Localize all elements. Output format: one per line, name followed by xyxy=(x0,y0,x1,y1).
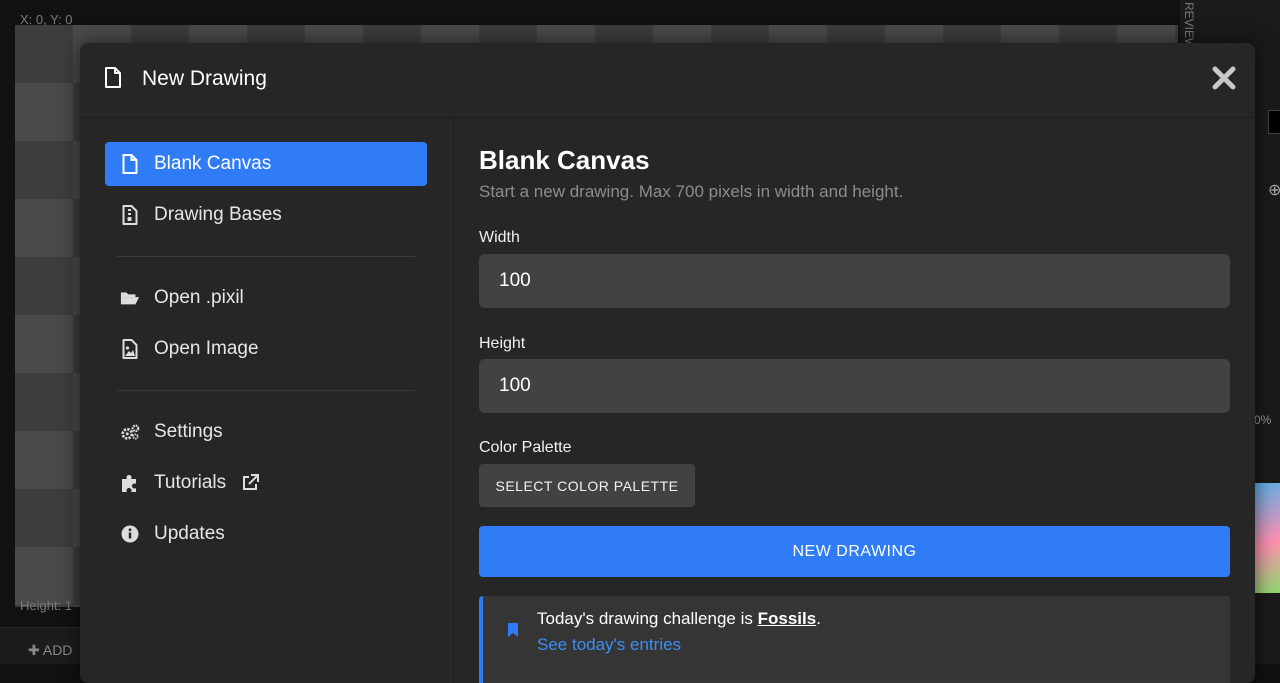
challenge-topic-link[interactable]: Fossils xyxy=(758,609,817,628)
challenge-text: Today's drawing challenge is Fossils. xyxy=(537,609,821,629)
add-frame-label: ADD xyxy=(42,642,73,658)
gears-icon xyxy=(120,422,140,442)
challenge-suffix: . xyxy=(816,609,821,628)
width-label: Width xyxy=(479,229,520,246)
folder-open-icon xyxy=(120,288,140,308)
sidebar-item-label: Tutorials xyxy=(154,472,227,493)
modal-title: New Drawing xyxy=(142,67,267,90)
plus-icon: ✚ xyxy=(28,642,43,658)
select-color-palette-button[interactable]: SELECT COLOR PALETTE xyxy=(479,464,695,507)
image-icon xyxy=(120,339,140,359)
external-link-icon xyxy=(240,473,260,493)
see-entries-link[interactable]: See today's entries xyxy=(537,635,681,655)
sidebar-item-updates[interactable]: Updates xyxy=(105,512,427,556)
sidebar-item-tutorials[interactable]: Tutorials xyxy=(105,461,427,505)
sidebar-item-open-pixil[interactable]: Open .pixil xyxy=(105,276,427,320)
sidebar-item-label: Drawing Bases xyxy=(154,204,282,225)
bookmark-icon xyxy=(507,622,519,643)
file-zipper-icon xyxy=(120,205,140,225)
info-circle-icon xyxy=(120,524,140,544)
file-icon xyxy=(120,154,140,174)
sidebar-item-label: Blank Canvas xyxy=(154,153,272,174)
width-input[interactable] xyxy=(479,254,1230,308)
new-drawing-modal: New Drawing Blank Canvas Drawing Bases O… xyxy=(80,43,1255,683)
panel-description: Start a new drawing. Max 700 pixels in w… xyxy=(479,182,904,201)
cursor-coordinates: X: 0, Y: 0 xyxy=(20,12,73,27)
sidebar-divider xyxy=(117,390,415,391)
sidebar-item-blank-canvas[interactable]: Blank Canvas xyxy=(105,142,427,186)
add-layer-icon[interactable]: ⊕ xyxy=(1268,180,1280,200)
sidebar-item-label: Open Image xyxy=(154,338,259,359)
frame-thumbnail[interactable] xyxy=(1255,483,1280,593)
close-button[interactable] xyxy=(1211,65,1237,91)
panel-title: Blank Canvas xyxy=(479,145,650,175)
sidebar-item-drawing-bases[interactable]: Drawing Bases xyxy=(105,193,427,237)
sidebar-item-label: Updates xyxy=(154,523,225,544)
color-palette-label: Color Palette xyxy=(479,439,572,456)
sidebar-item-label: Settings xyxy=(154,421,223,442)
sidebar-divider xyxy=(117,256,415,257)
new-drawing-button[interactable]: NEW DRAWING xyxy=(479,526,1230,577)
file-icon xyxy=(104,67,122,94)
modal-header: New Drawing xyxy=(80,43,1255,118)
preview-thumbnail xyxy=(1268,110,1280,134)
height-label: Height xyxy=(479,335,526,352)
modal-sidebar: Blank Canvas Drawing Bases Open .pixil O… xyxy=(80,118,454,683)
daily-challenge-banner: Today's drawing challenge is Fossils. Se… xyxy=(479,596,1230,683)
sidebar-item-settings[interactable]: Settings xyxy=(105,410,427,454)
add-frame-button[interactable]: ✚ ADD xyxy=(28,642,72,659)
zoom-level: 0% xyxy=(1254,413,1272,427)
puzzle-piece-icon xyxy=(120,473,140,493)
height-input[interactable] xyxy=(479,359,1230,413)
close-icon xyxy=(1212,66,1236,90)
challenge-prefix: Today's drawing challenge is xyxy=(537,609,758,628)
canvas-dimensions-text: Height: 1 xyxy=(20,598,73,613)
sidebar-item-label: Open .pixil xyxy=(154,287,244,308)
sidebar-item-open-image[interactable]: Open Image xyxy=(105,327,427,371)
